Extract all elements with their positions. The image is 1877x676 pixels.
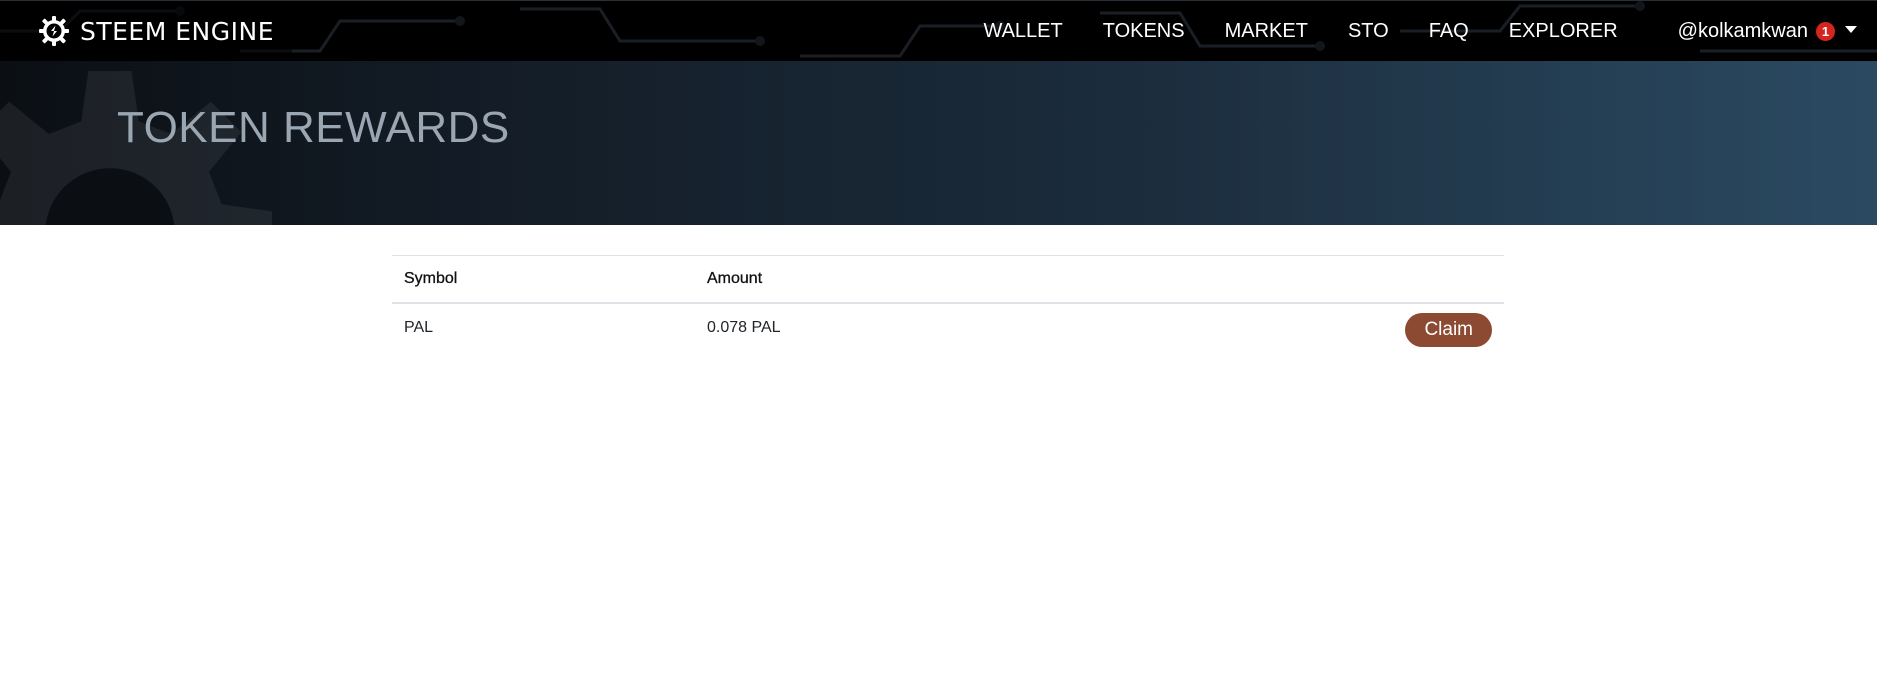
page-header-banner: TOKEN REWARDS <box>0 61 1877 225</box>
nav-link-faq[interactable]: FAQ <box>1429 20 1469 43</box>
top-navbar: STEEM ENGINE WALLET TOKENS MARKET STO FA… <box>0 0 1877 61</box>
nav-link-tokens[interactable]: TOKENS <box>1103 20 1185 43</box>
table-header-row: Symbol Amount <box>392 255 1504 303</box>
reward-amount-cell: 0.078 PAL <box>707 319 781 336</box>
nav-link-market[interactable]: MARKET <box>1225 20 1308 43</box>
nav-link-explorer[interactable]: EXPLORER <box>1509 20 1618 43</box>
column-header-action <box>1095 256 1504 303</box>
nav-link-sto[interactable]: STO <box>1348 20 1389 43</box>
nav-link-wallet[interactable]: WALLET <box>983 20 1062 43</box>
token-rewards-table: Symbol Amount PAL 0.078 PAL Claim <box>392 255 1504 353</box>
column-header-amount: Amount <box>707 269 763 287</box>
caret-down-icon <box>1845 26 1857 33</box>
notification-badge: 1 <box>1816 22 1835 41</box>
main-navigation: WALLET TOKENS MARKET STO FAQ EXPLORER @k… <box>983 1 1877 61</box>
steem-engine-logo-icon <box>39 16 69 46</box>
reward-symbol-cell: PAL <box>404 319 434 336</box>
brand-name: STEEM ENGINE <box>80 16 274 46</box>
column-header-symbol: Symbol <box>404 269 458 287</box>
page-title: TOKEN REWARDS <box>117 103 510 152</box>
brand-home-link[interactable]: STEEM ENGINE <box>38 14 274 48</box>
claim-button[interactable]: Claim <box>1405 313 1492 347</box>
table-row: PAL 0.078 PAL Claim <box>392 303 1504 353</box>
username-label: @kolkamkwan <box>1677 20 1808 42</box>
reward-action-cell: Claim <box>1095 303 1504 353</box>
user-menu-dropdown[interactable]: @kolkamkwan 1 <box>1678 20 1857 43</box>
